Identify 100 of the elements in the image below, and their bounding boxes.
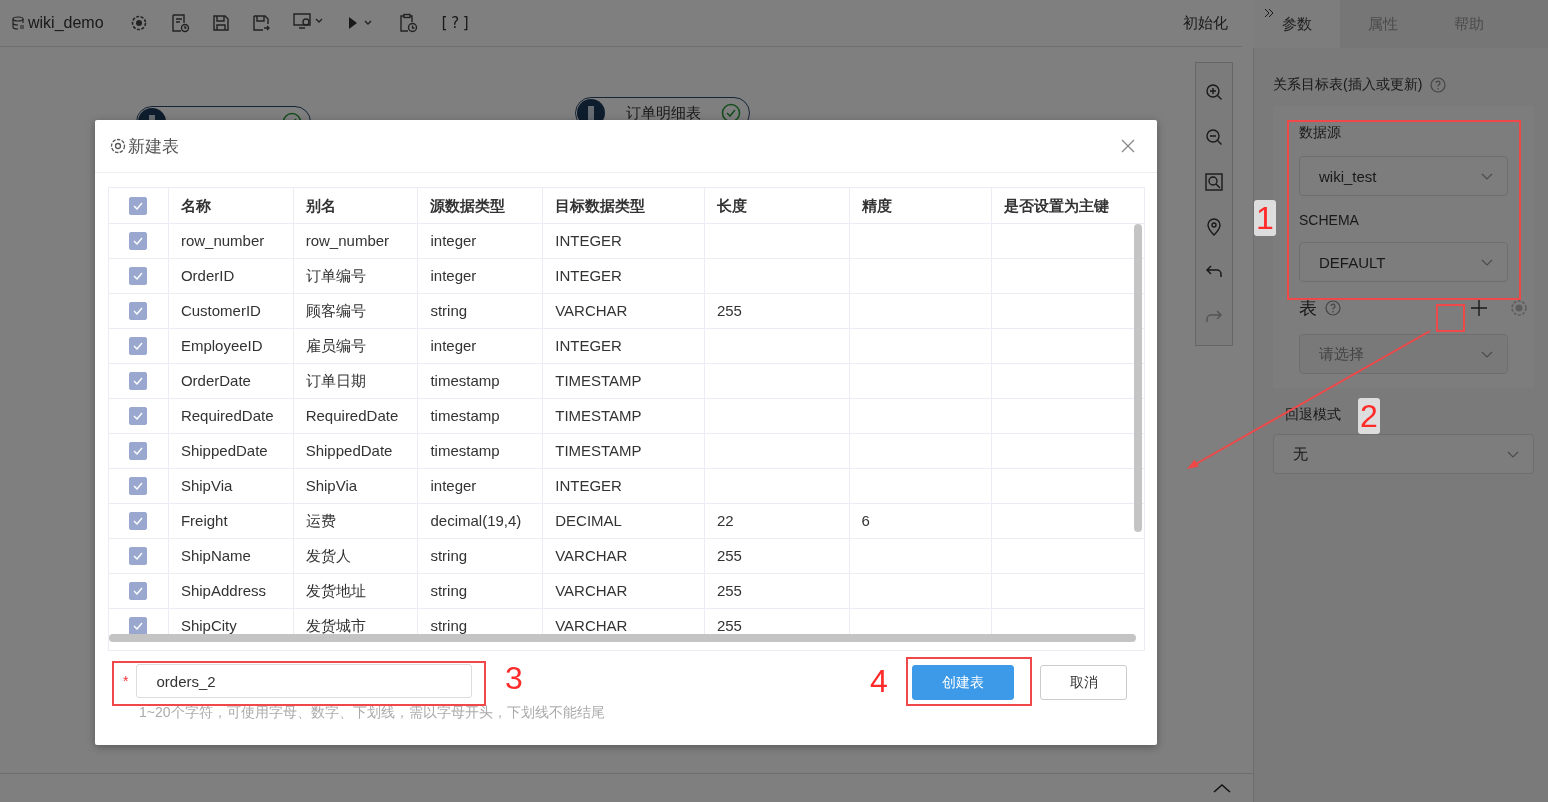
table-cell: 发货城市 (305, 617, 366, 634)
checkbox[interactable] (129, 617, 148, 634)
checkbox[interactable] (129, 232, 148, 250)
table-cell: ShipVia (305, 477, 358, 495)
close-icon[interactable] (1121, 139, 1135, 153)
schema-select[interactable]: DEFAULT (1299, 242, 1508, 282)
rollback-select[interactable]: 无 (1273, 434, 1534, 474)
cancel-button[interactable]: 取消 (1040, 665, 1127, 700)
column-header: 目标数据类型 (555, 196, 646, 215)
checkbox[interactable] (129, 547, 148, 565)
checkbox[interactable] (129, 337, 148, 355)
checkmark-icon (133, 201, 144, 210)
highlight-box (1436, 304, 1465, 332)
table-cell: 255 (716, 302, 742, 320)
table-cell: 255 (716, 547, 742, 565)
table-cell: DECIMAL (555, 512, 622, 530)
checkbox[interactable] (129, 407, 148, 425)
field-label: 表 (1299, 297, 1317, 320)
table-cell: integer (430, 337, 477, 355)
step-number: 1 (1254, 200, 1276, 236)
table-cell: INTEGER (555, 477, 622, 495)
save-as-icon[interactable] (251, 14, 270, 32)
table-cell: RequiredDate (180, 407, 274, 425)
table-cell: string (430, 547, 468, 565)
help-icon[interactable] (1325, 300, 1341, 316)
table-cell: INTEGER (555, 232, 622, 250)
table-cell: VARCHAR (555, 582, 628, 600)
column-header: 别名 (305, 196, 336, 215)
column-header: 源数据类型 (430, 196, 506, 215)
fit-view-icon[interactable] (1205, 172, 1223, 191)
settings-icon[interactable] (1510, 299, 1528, 317)
table-cell: 顾客编号 (305, 302, 366, 320)
table-cell: INTEGER (555, 267, 622, 285)
column-header: 长度 (716, 196, 747, 215)
table-cell: 255 (716, 582, 742, 600)
checkmark-icon (133, 412, 144, 420)
scrollbar[interactable] (109, 634, 1136, 642)
node-label: 订单明细表 (624, 103, 702, 123)
column-header: 是否设置为主键 (1004, 196, 1110, 215)
double-chevron-icon[interactable] (1264, 8, 1274, 18)
step-number: 2 (1358, 398, 1380, 434)
checkbox[interactable] (129, 582, 148, 600)
column-header: 名称 (180, 196, 211, 215)
table-cell: 订单编号 (305, 267, 366, 285)
field-label: 数据源 (1299, 124, 1342, 142)
help-button[interactable]: [?] (439, 14, 473, 32)
help-icon[interactable] (1430, 77, 1447, 93)
hint-text: 1~20个字符，可使用字母、数字、下划线，需以字母开头，下划线不能结尾 (139, 704, 605, 722)
step-number: 3 (505, 660, 523, 696)
checkbox[interactable] (129, 512, 148, 530)
table-cell: timestamp (430, 407, 500, 425)
zoom-in-icon[interactable] (1205, 82, 1223, 101)
checkbox[interactable] (129, 267, 148, 285)
monitor-gear-icon[interactable] (291, 12, 324, 30)
column-header: 精度 (861, 196, 892, 215)
clipboard-clock-icon[interactable] (397, 13, 418, 33)
checkbox[interactable] (129, 196, 148, 215)
location-pin-icon[interactable] (1205, 217, 1223, 236)
table-cell: row_number (180, 232, 265, 250)
table-cell: EmployeeID (180, 337, 263, 355)
table-name-field[interactable]: orders_2 (136, 664, 473, 698)
chevron-down-icon (1507, 450, 1519, 458)
table-cell: ShipCity (180, 617, 237, 634)
datasource-select[interactable]: wiki_test (1299, 156, 1508, 196)
checkmark-icon (133, 272, 144, 280)
table-cell: TIMESTAMP (555, 407, 642, 425)
table-cell: VARCHAR (555, 547, 628, 565)
checkmark-icon (133, 377, 144, 385)
checkbox[interactable] (129, 372, 148, 390)
checkmark-icon (133, 622, 144, 630)
document-clock-icon[interactable] (169, 13, 190, 33)
checkbox[interactable] (129, 442, 148, 460)
init-button[interactable]: 初始化 (1183, 13, 1242, 33)
table-cell: integer (430, 477, 477, 495)
checkmark-icon (133, 342, 144, 350)
table-cell: string (430, 617, 468, 634)
checkmark-icon (133, 517, 144, 525)
dialog-title: 新建表 (128, 135, 179, 158)
zoom-out-icon[interactable] (1205, 127, 1223, 146)
table-cell: timestamp (430, 372, 500, 390)
chevron-up-icon[interactable] (1213, 783, 1231, 793)
table-cell: INTEGER (555, 337, 622, 355)
table-cell: decimal(19,4) (430, 512, 522, 530)
panel-tab[interactable]: 参数 (1254, 0, 1340, 48)
checkmark-icon (133, 307, 144, 315)
project-title: wiki_demo (28, 14, 104, 32)
table-cell: OrderID (180, 267, 235, 285)
checkmark-icon (133, 552, 144, 560)
create-button[interactable]: 创建表 (912, 665, 1014, 700)
table-cell: 订单日期 (305, 372, 366, 390)
checkbox[interactable] (129, 477, 148, 495)
required-mark: * (123, 673, 129, 689)
scrollbar[interactable] (1134, 224, 1142, 532)
table-cell: 6 (861, 512, 870, 530)
save-icon[interactable] (211, 14, 230, 32)
checkmark-icon (133, 587, 144, 595)
settings-icon[interactable] (129, 14, 148, 32)
add-icon[interactable] (1470, 299, 1488, 317)
checkbox[interactable] (129, 302, 148, 320)
chevron-down-icon (1481, 172, 1493, 180)
